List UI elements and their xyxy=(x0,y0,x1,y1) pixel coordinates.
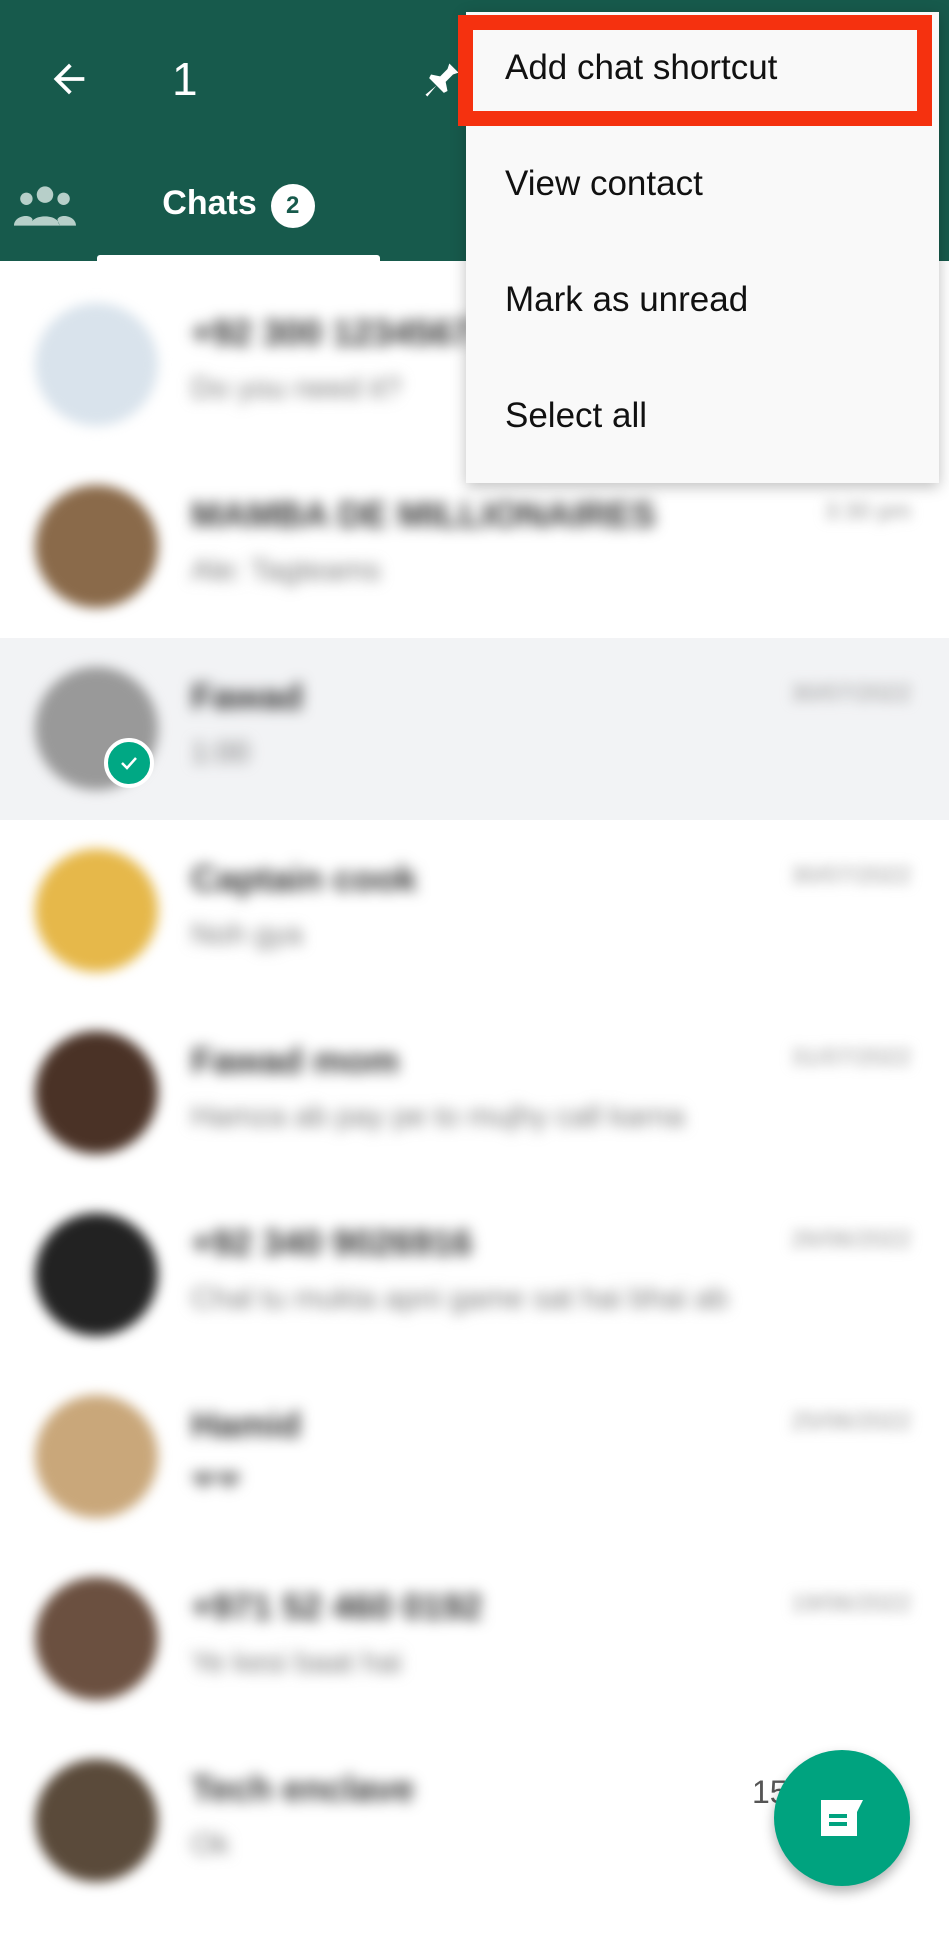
tab-chats[interactable]: Chats 2 xyxy=(97,178,380,261)
chat-name: Hamid xyxy=(191,1404,302,1445)
unread-badge: 2 xyxy=(270,184,315,228)
chat-time: 19/06/2022 xyxy=(790,1590,911,1617)
tab-indicator xyxy=(97,255,380,261)
chat-row[interactable]: Fawad mom Hamza ab pay pe to mujhy call … xyxy=(0,1002,949,1184)
chat-time: 3:30 pm xyxy=(824,498,911,525)
last-message: ❤❤ xyxy=(191,1465,242,1498)
last-message: Ale: Tagteams xyxy=(191,554,381,587)
chat-row[interactable]: Hamid ❤❤ 25/06/2022 xyxy=(0,1366,949,1548)
chat-time: 30/07/2022 xyxy=(790,862,911,889)
selected-count: 1 xyxy=(172,53,198,105)
last-message: Ok xyxy=(191,1828,230,1861)
avatar[interactable] xyxy=(35,849,158,972)
avatar[interactable] xyxy=(35,485,158,608)
last-message: Chal tu mukta apni game sat hai bhai ab xyxy=(191,1282,728,1315)
menu-item-mark-as-unread[interactable]: Mark as unread xyxy=(505,280,748,320)
menu-item-view-contact[interactable]: View contact xyxy=(505,164,703,204)
chat-name: +92 340 9026916 xyxy=(191,1222,473,1263)
menu-item-select-all[interactable]: Select all xyxy=(505,396,647,436)
last-message: Hamza ab pay pe to mujhy call karna xyxy=(191,1100,685,1133)
avatar[interactable] xyxy=(35,1213,158,1336)
last-message: Do you need it? xyxy=(191,372,402,405)
chat-name: MAMBA DE MILLIONAIRES xyxy=(191,494,656,535)
chat-name: Fawad xyxy=(191,676,304,717)
community-icon[interactable] xyxy=(14,183,76,227)
chat-row[interactable]: Fawad 1:00 30/07/2022 xyxy=(0,638,949,820)
chat-list: +92 300 1234567 Do you need it? MAMBA DE… xyxy=(0,274,949,1912)
chat-name: Captain cook xyxy=(191,858,418,899)
chat-time: 30/07/2022 xyxy=(790,680,911,707)
chat-row[interactable]: Captain cook Noh gya 30/07/2022 xyxy=(0,820,949,1002)
avatar[interactable] xyxy=(35,1031,158,1154)
chat-name: Fawad mom xyxy=(191,1040,400,1081)
last-message: Ye kesi baat hai xyxy=(191,1646,402,1679)
last-message: 1:00 xyxy=(191,736,250,769)
tab-label: Chats xyxy=(162,184,257,222)
selected-check-icon xyxy=(104,738,154,788)
avatar[interactable] xyxy=(35,1395,158,1518)
chat-row[interactable]: MAMBA DE MILLIONAIRES Ale: Tagteams 3:30… xyxy=(0,456,949,638)
chat-row[interactable]: +971 52 460 0192 Ye kesi baat hai 19/06/… xyxy=(0,1548,949,1730)
new-chat-icon xyxy=(821,1800,863,1836)
chat-time: 31/07/2022 xyxy=(790,1044,911,1071)
avatar[interactable] xyxy=(35,303,158,426)
chat-time: 26/06/2022 xyxy=(790,1226,911,1253)
back-arrow-icon[interactable] xyxy=(46,56,92,102)
chat-name: +971 52 460 0192 xyxy=(191,1586,483,1627)
chat-time: 25/06/2022 xyxy=(790,1408,911,1435)
avatar[interactable] xyxy=(35,1759,158,1882)
highlight-box xyxy=(458,15,932,126)
avatar[interactable] xyxy=(35,1577,158,1700)
chat-row[interactable]: +92 340 9026916 Chal tu mukta apni game … xyxy=(0,1184,949,1366)
chat-name: +92 300 1234567 xyxy=(191,312,473,353)
chat-name: Tech enclave xyxy=(191,1768,415,1809)
last-message: Noh gya xyxy=(191,918,303,951)
new-chat-button[interactable] xyxy=(774,1750,910,1886)
